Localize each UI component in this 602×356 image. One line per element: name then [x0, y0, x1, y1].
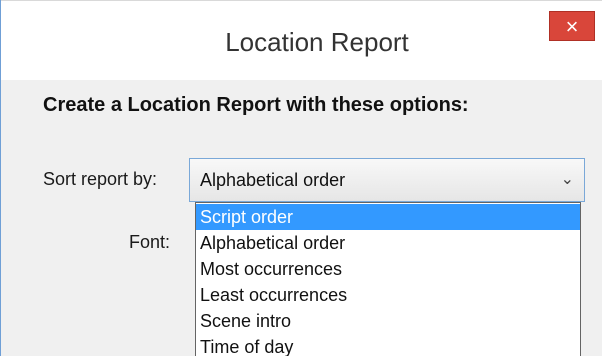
close-button[interactable]: × [549, 11, 595, 41]
sort-report-label: Sort report by: [43, 169, 158, 189]
dropdown-option-script-order[interactable]: Script order [196, 204, 580, 230]
dialog-title: Location Report [225, 27, 409, 57]
options-heading: Create a Location Report with these opti… [43, 94, 469, 116]
dropdown-option-least-occurrences[interactable]: Least occurrences [196, 282, 580, 308]
font-label: Font: [129, 232, 171, 252]
sort-report-select[interactable]: Alphabetical order ⌄ [189, 158, 585, 202]
close-icon: × [565, 14, 579, 39]
chevron-down-icon: ⌄ [560, 171, 574, 188]
dropdown-option-scene-intro[interactable]: Scene intro [196, 308, 580, 334]
dropdown-option-alphabetical-order[interactable]: Alphabetical order [196, 230, 580, 256]
dropdown-option-time-of-day[interactable]: Time of day [196, 334, 580, 356]
title-bar: Location Report × [1, 0, 602, 80]
sort-select-value: Alphabetical order [200, 170, 346, 190]
location-report-dialog: Location Report × Create a Location Repo… [0, 0, 602, 356]
sort-options-dropdown: Script order Alphabetical order Most occ… [195, 202, 581, 356]
dialog-body: Create a Location Report with these opti… [1, 80, 602, 356]
dropdown-option-most-occurrences[interactable]: Most occurrences [196, 256, 580, 282]
